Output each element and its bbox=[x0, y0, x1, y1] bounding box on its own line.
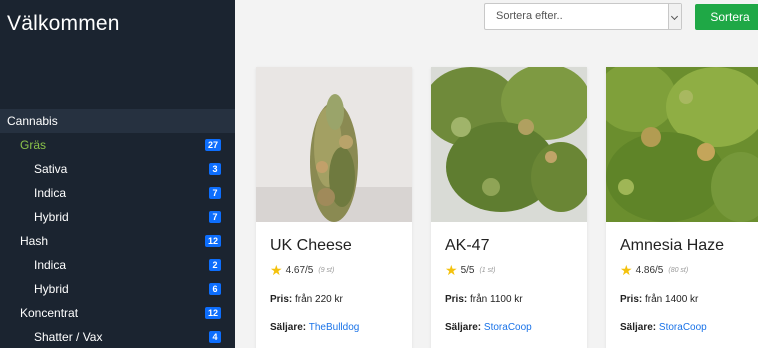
product-seller: Säljare: TheBulldog bbox=[270, 322, 359, 333]
product-image[interactable] bbox=[431, 67, 587, 222]
category-header-cannabis[interactable]: Cannabis bbox=[0, 109, 235, 133]
sidebar-item-label: Indica bbox=[34, 186, 67, 200]
review-count: (1 st) bbox=[479, 266, 496, 274]
sidebar-item-hash-hybrid[interactable]: Hybrid 6 bbox=[0, 277, 235, 301]
sidebar-item-indica[interactable]: Indica 7 bbox=[0, 181, 235, 205]
product-seller: Säljare: StoraCoop bbox=[620, 322, 707, 333]
seller-label: Säljare: bbox=[270, 322, 307, 333]
product-name[interactable]: AK-47 bbox=[445, 237, 489, 255]
sidebar-item-label: Sativa bbox=[34, 162, 68, 176]
product-price: Pris: från 1100 kr bbox=[445, 294, 523, 305]
sidebar-item-label: Indica bbox=[34, 258, 67, 272]
review-count: (9 st) bbox=[318, 266, 335, 274]
sidebar-item-koncentrat[interactable]: Koncentrat 12 bbox=[0, 301, 235, 325]
price-value: från 220 kr bbox=[295, 294, 343, 305]
count-badge: 6 bbox=[209, 283, 221, 295]
sidebar-item-label: Hybrid bbox=[34, 282, 69, 296]
product-card[interactable]: AK-47 ★ 5/5 (1 st) Pris: från 1100 kr Sä… bbox=[431, 67, 587, 348]
star-icon: ★ bbox=[445, 262, 458, 278]
sidebar-item-label: Hybrid bbox=[34, 210, 69, 224]
sidebar-item-hybrid[interactable]: Hybrid 7 bbox=[0, 205, 235, 229]
star-icon: ★ bbox=[620, 262, 633, 278]
count-badge: 2 bbox=[209, 259, 221, 271]
product-rating: ★ 4.67/5 (9 st) bbox=[270, 262, 335, 278]
sidebar-item-shatter-vax[interactable]: Shatter / Vax 4 bbox=[0, 325, 235, 348]
rating-value: 4.67/5 bbox=[285, 264, 314, 276]
product-name[interactable]: UK Cheese bbox=[270, 237, 352, 255]
sidebar-item-label: Shatter / Vax bbox=[34, 330, 103, 344]
count-badge: 27 bbox=[204, 139, 221, 151]
price-value: från 1400 kr bbox=[645, 294, 699, 305]
price-label: Pris: bbox=[620, 294, 643, 305]
sidebar-title: Välkommen bbox=[7, 12, 120, 35]
price-label: Pris: bbox=[445, 294, 468, 305]
product-price: Pris: från 1400 kr bbox=[620, 294, 698, 305]
product-seller: Säljare: StoraCoop bbox=[445, 322, 532, 333]
seller-label: Säljare: bbox=[445, 322, 482, 333]
product-image[interactable] bbox=[606, 67, 758, 222]
product-image[interactable] bbox=[256, 67, 412, 222]
star-icon: ★ bbox=[270, 262, 283, 278]
sidebar: Välkommen Cannabis Gräs 27 Sativa 3 Indi… bbox=[0, 0, 235, 348]
sidebar-item-hash-indica[interactable]: Indica 2 bbox=[0, 253, 235, 277]
sort-select[interactable]: Sortera efter.. bbox=[484, 3, 682, 30]
product-price: Pris: från 220 kr bbox=[270, 294, 343, 305]
sidebar-item-sativa[interactable]: Sativa 3 bbox=[0, 157, 235, 181]
seller-link[interactable]: StoraCoop bbox=[659, 322, 707, 333]
rating-value: 5/5 bbox=[460, 264, 475, 276]
sidebar-item-label: Koncentrat bbox=[20, 306, 79, 320]
count-badge: 12 bbox=[204, 235, 221, 247]
sort-button[interactable]: Sortera bbox=[695, 4, 758, 30]
product-rating: ★ 5/5 (1 st) bbox=[445, 262, 496, 278]
review-count: (80 st) bbox=[668, 266, 689, 274]
price-label: Pris: bbox=[270, 294, 293, 305]
product-rating: ★ 4.86/5 (80 st) bbox=[620, 262, 689, 278]
count-badge: 12 bbox=[204, 307, 221, 319]
price-value: från 1100 kr bbox=[470, 294, 523, 305]
chevron-down-icon[interactable] bbox=[668, 4, 681, 29]
sidebar-item-label: Gräs bbox=[20, 138, 47, 152]
seller-label: Säljare: bbox=[620, 322, 657, 333]
sidebar-item-gras[interactable]: Gräs 27 bbox=[0, 133, 235, 157]
count-badge: 7 bbox=[209, 211, 221, 223]
seller-link[interactable]: StoraCoop bbox=[484, 322, 532, 333]
sidebar-item-label: Hash bbox=[20, 234, 49, 248]
count-badge: 4 bbox=[209, 331, 221, 343]
count-badge: 7 bbox=[209, 187, 221, 199]
rating-value: 4.86/5 bbox=[635, 264, 664, 276]
seller-link[interactable]: TheBulldog bbox=[309, 322, 360, 333]
product-card[interactable]: UK Cheese ★ 4.67/5 (9 st) Pris: från 220… bbox=[256, 67, 412, 348]
sort-select-value: Sortera efter.. bbox=[496, 10, 563, 22]
product-card[interactable]: Amnesia Haze ★ 4.86/5 (80 st) Pris: från… bbox=[606, 67, 758, 348]
sidebar-item-hash[interactable]: Hash 12 bbox=[0, 229, 235, 253]
product-name[interactable]: Amnesia Haze bbox=[620, 237, 724, 255]
count-badge: 3 bbox=[209, 163, 221, 175]
